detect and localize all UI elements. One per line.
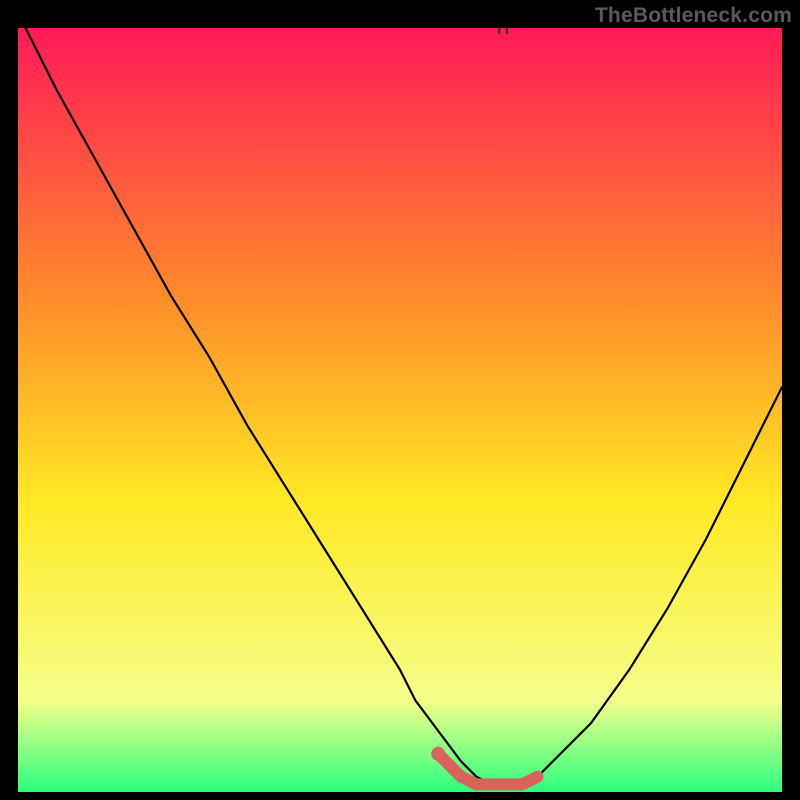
plot-area — [18, 28, 782, 792]
optimal-start-dot — [431, 747, 445, 761]
watermark-text: TheBottleneck.com — [595, 4, 792, 28]
chart-frame: TheBottleneck.com — [0, 0, 800, 800]
chart-svg — [18, 28, 782, 792]
gradient-background — [18, 28, 782, 792]
